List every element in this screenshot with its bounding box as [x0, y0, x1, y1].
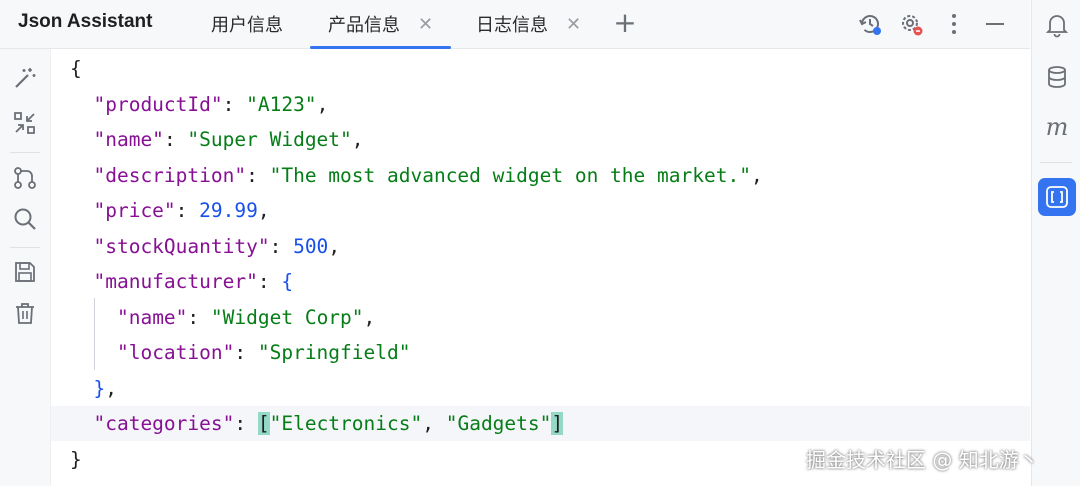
code-token: 29.99	[199, 199, 258, 222]
more-vert-icon[interactable]	[940, 10, 968, 38]
code-line[interactable]: "productId": "A123",	[51, 87, 1030, 122]
code-token: }	[93, 376, 106, 400]
code-token: {	[281, 270, 294, 293]
code-line[interactable]: "price": 29.99,	[51, 193, 1030, 228]
code-token: :	[187, 305, 211, 329]
code-token: "description"	[93, 163, 247, 187]
code-token: [	[257, 412, 270, 435]
code-token: "price"	[93, 199, 176, 222]
code-token: ,	[363, 305, 376, 329]
tab-label: 日志信息	[476, 15, 548, 36]
code-token: "categories"	[93, 412, 235, 435]
code-line[interactable]: "manufacturer": {	[51, 264, 1030, 299]
code-token: "Widget Corp"	[210, 305, 364, 329]
code-token: "name"	[93, 128, 164, 151]
title-bar: Json Assistant 用户信息 产品信息 ✕ 日志信息 ✕ +	[0, 0, 1030, 49]
code-token: "The most advanced widget on the market.…	[269, 163, 751, 187]
code-line[interactable]: {	[51, 51, 1030, 86]
code-token: ,	[422, 412, 446, 435]
code-token: "Super Widget"	[187, 128, 352, 151]
code-line[interactable]: "categories": ["Electronics", "Gadgets"]	[51, 406, 1030, 441]
left-toolbar	[0, 49, 51, 486]
json-panel-icon[interactable]	[1038, 178, 1076, 216]
code-token: :	[246, 163, 270, 187]
code-line[interactable]: "description": "The most advanced widget…	[51, 158, 1030, 193]
code-line[interactable]: },	[51, 371, 1030, 406]
code-token: :	[175, 199, 200, 222]
code-token: ,	[105, 376, 117, 400]
code-token: "location"	[116, 341, 235, 364]
database-icon[interactable]	[1043, 63, 1071, 91]
settings-reset-icon[interactable]	[897, 10, 925, 38]
code-token: }	[70, 447, 82, 471]
minimize-icon[interactable]	[981, 10, 1009, 38]
code-token: {	[70, 57, 82, 80]
code-line[interactable]: "stockQuantity": 500,	[51, 229, 1030, 264]
save-icon[interactable]	[11, 258, 39, 286]
search-icon[interactable]	[11, 205, 39, 233]
code-token: ,	[316, 92, 329, 116]
right-toolbar: m	[1031, 0, 1080, 486]
code-line[interactable]: "name": "Widget Corp",	[51, 300, 1030, 335]
close-icon[interactable]: ✕	[418, 14, 433, 35]
m-icon[interactable]: m	[1043, 113, 1071, 141]
code-token: :	[269, 234, 294, 258]
code-token: :	[163, 128, 188, 151]
add-tab-icon[interactable]: +	[612, 8, 638, 38]
code-token: ,	[328, 234, 341, 258]
code-token: "name"	[116, 305, 188, 329]
code-token: "stockQuantity"	[93, 234, 270, 258]
code-token: :	[257, 270, 282, 293]
code-token: ,	[750, 163, 763, 187]
tab-user-info[interactable]: 用户信息	[211, 0, 283, 48]
branch-icon[interactable]	[11, 164, 39, 192]
code-token: :	[234, 412, 258, 435]
code-token: ]	[551, 412, 564, 435]
code-token: "Gadgets"	[445, 412, 552, 435]
bell-icon[interactable]	[1043, 11, 1071, 39]
tab-label: 产品信息	[328, 15, 400, 36]
code-token: "productId"	[93, 92, 223, 116]
code-token: "Springfield"	[257, 341, 411, 364]
magic-wand-icon[interactable]	[11, 64, 39, 92]
tab-log-info[interactable]: 日志信息 ✕	[476, 0, 581, 48]
json-editor[interactable]: { "productId": "A123", "name": "Super Wi…	[51, 49, 1030, 486]
tab-product-info[interactable]: 产品信息 ✕	[310, 0, 452, 49]
code-token: "Electronics"	[269, 412, 423, 435]
app-title: Json Assistant	[18, 11, 153, 32]
code-token: ,	[351, 128, 364, 151]
code-line[interactable]: "location": "Springfield"	[51, 335, 1030, 370]
code-line[interactable]: "name": "Super Widget",	[51, 122, 1030, 157]
code-token: "A123"	[246, 92, 317, 116]
collapse-icon[interactable]	[11, 109, 39, 137]
code-token: :	[222, 92, 247, 116]
code-token: 500	[293, 234, 329, 258]
code-token: "manufacturer"	[93, 270, 258, 293]
code-token: ,	[257, 199, 270, 222]
watermark-text: 掘金技术社区 @ 知北游丶	[806, 448, 1039, 472]
code-token: :	[234, 341, 258, 364]
trash-icon[interactable]	[11, 299, 39, 327]
history-settings-icon[interactable]	[856, 10, 884, 38]
close-icon[interactable]: ✕	[566, 14, 581, 35]
tab-label: 用户信息	[211, 15, 283, 36]
